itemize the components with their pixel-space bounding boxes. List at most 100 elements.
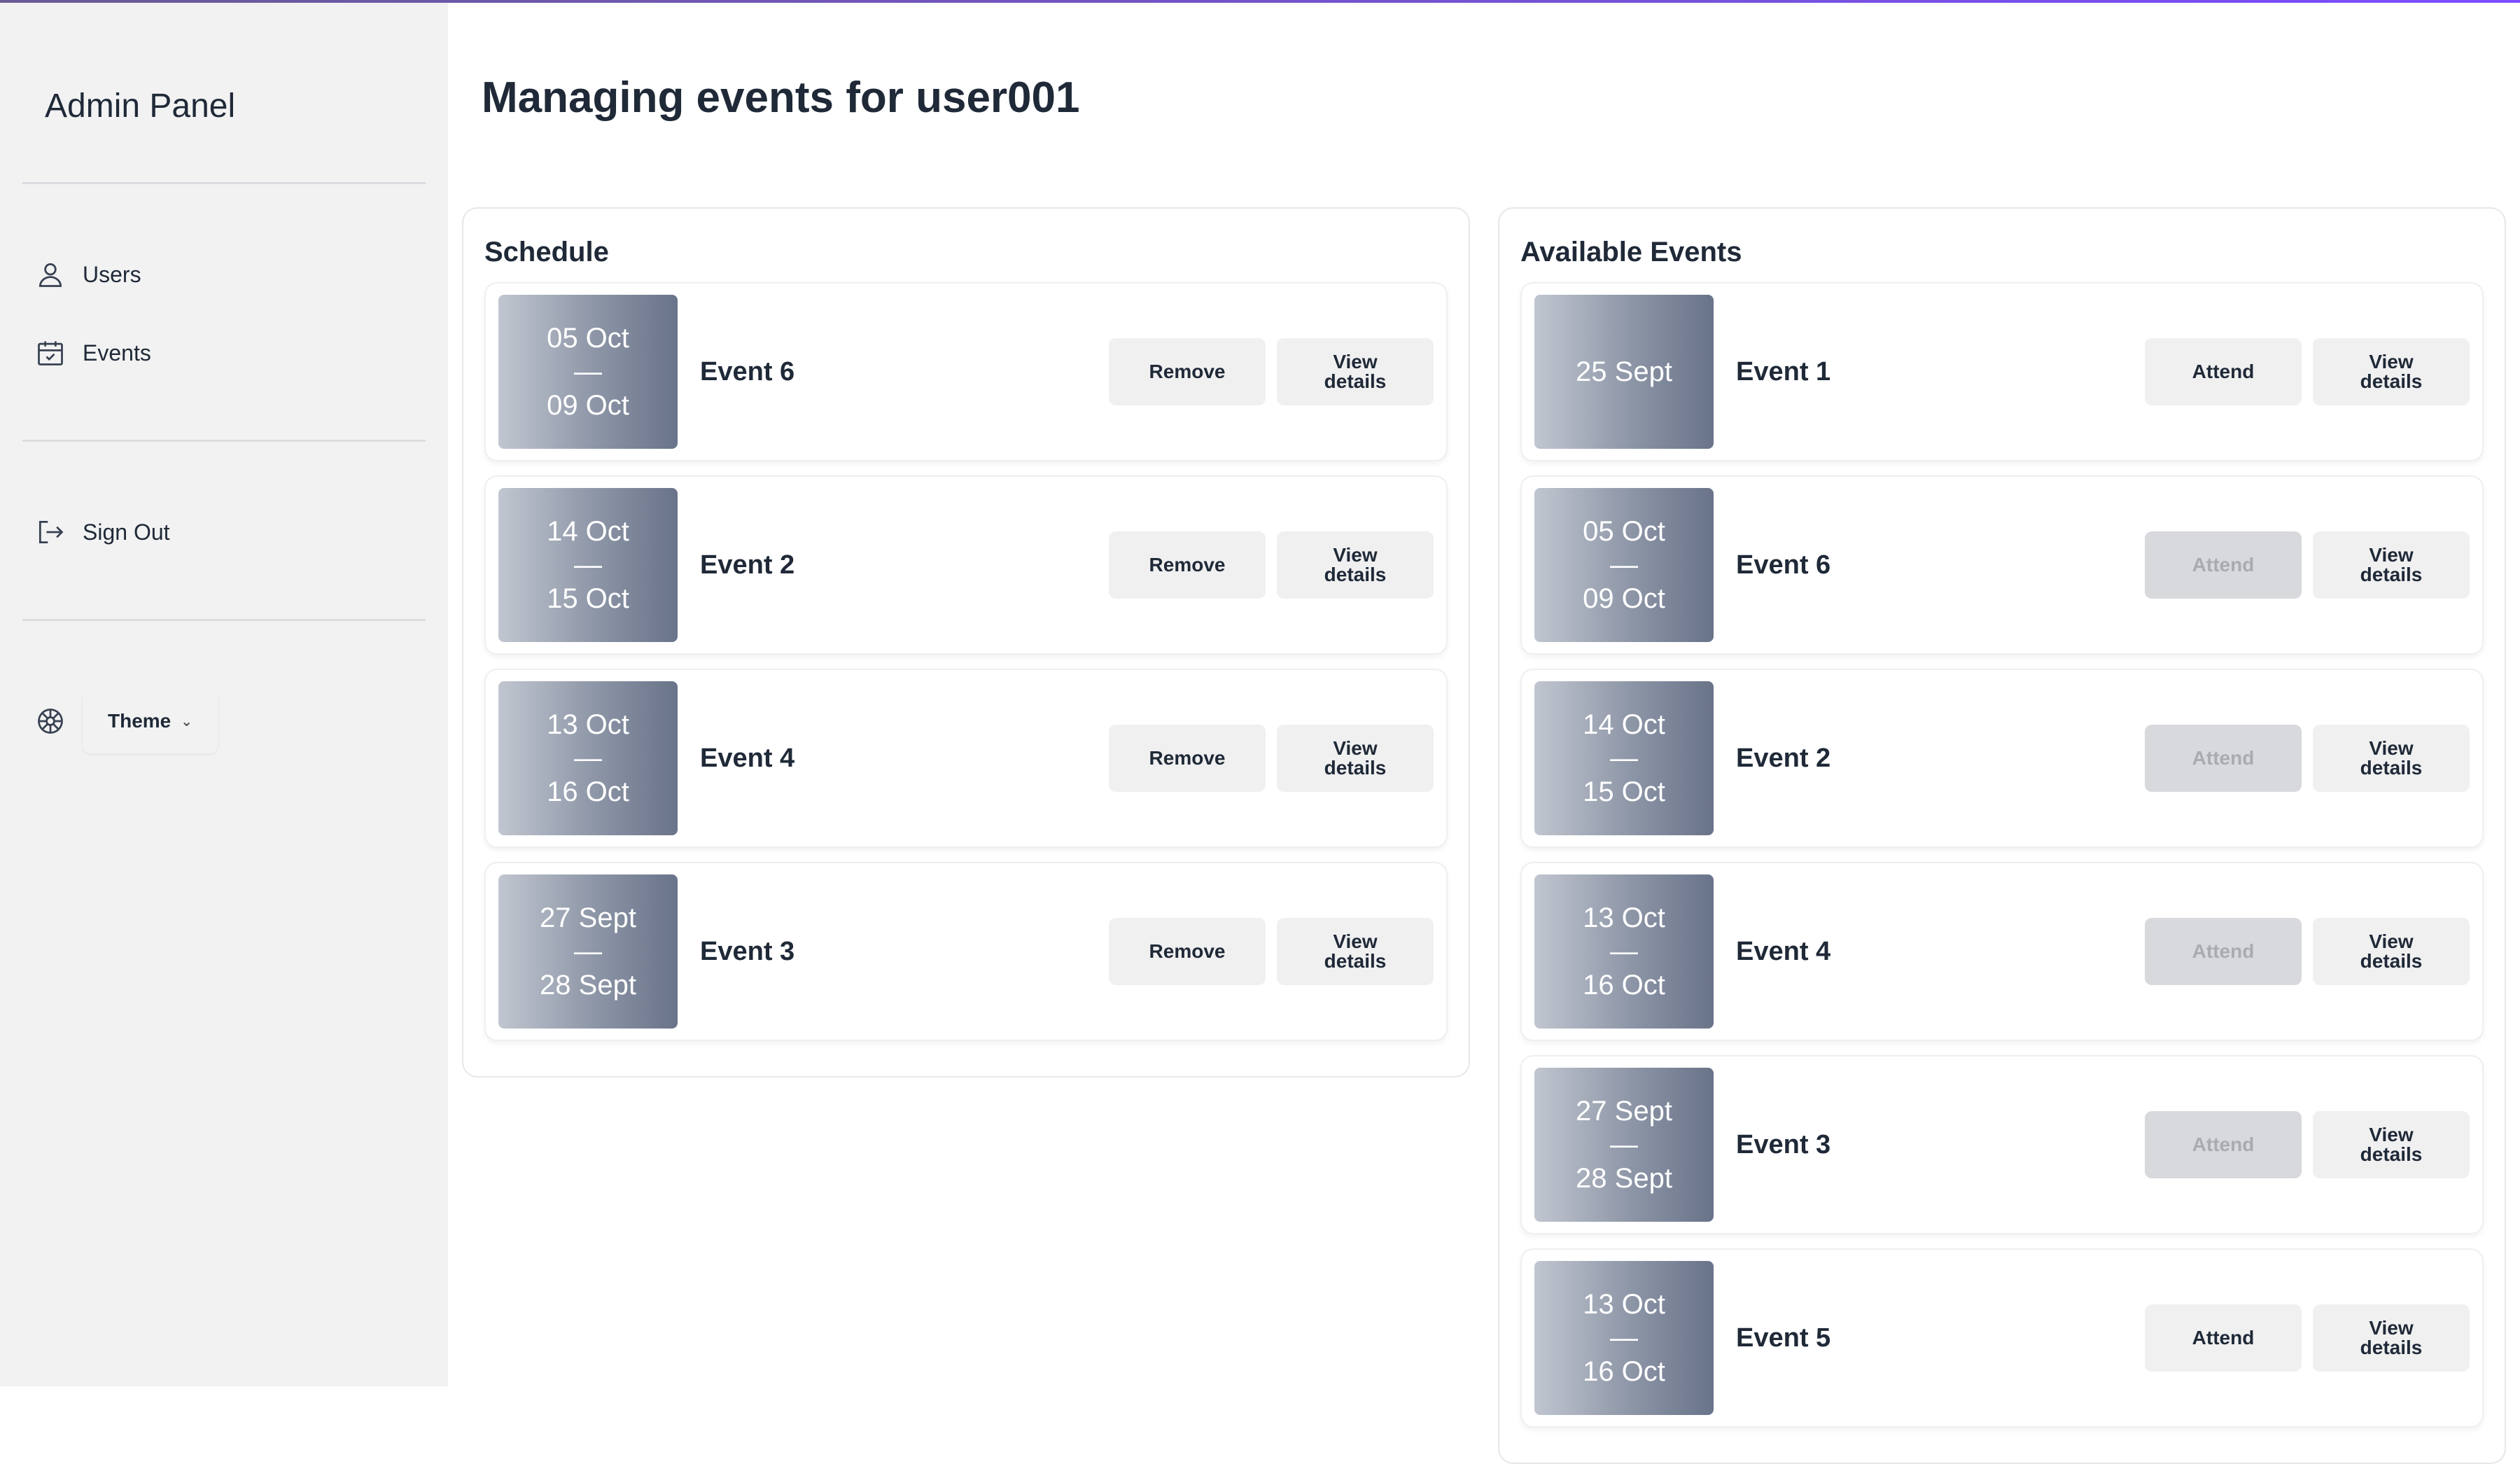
date-separator: — <box>1610 1323 1638 1353</box>
view-details-label: View details <box>2360 1124 2423 1165</box>
remove-button[interactable]: Remove <box>1109 918 1266 985</box>
event-card: 05 Oct —09 Oct Event 6 Attend View details <box>1520 475 2484 655</box>
view-details-label: View details <box>1324 544 1387 585</box>
available-events-panel: Available Events 25 Sept Event 1 Attend Vie… <box>1498 207 2506 1464</box>
sign-out-button[interactable]: Sign Out <box>34 510 170 555</box>
view-details-button[interactable]: View details <box>2313 725 2470 792</box>
theme-row: Theme ⌄ <box>34 689 218 753</box>
date-start: 05 Oct <box>1583 516 1665 547</box>
event-name: Event 6 <box>700 356 795 386</box>
sidebar: Admin Panel Users Events Sign Out Theme … <box>0 3 448 1386</box>
date-end: 09 Oct <box>547 390 629 421</box>
date-start: 14 Oct <box>547 516 629 547</box>
date-start: 27 Sept <box>1576 1096 1672 1127</box>
nav-label: Users <box>83 261 141 287</box>
event-name: Event 4 <box>700 743 795 773</box>
view-details-button[interactable]: View details <box>2313 1304 2470 1372</box>
date-separator: — <box>1610 1129 1638 1160</box>
attend-button: Attend <box>2145 918 2302 985</box>
view-details-button[interactable]: View details <box>1277 918 1434 985</box>
view-details-label: View details <box>1324 737 1387 779</box>
attend-button: Attend <box>2145 531 2302 599</box>
palette-icon <box>34 704 67 738</box>
date-separator: — <box>1610 550 1638 580</box>
remove-button[interactable]: Remove <box>1109 531 1266 599</box>
nav-item-users[interactable]: Users <box>34 252 141 297</box>
event-name: Event 5 <box>1736 1323 1831 1353</box>
available-events-list: 25 Sept Event 1 Attend View details 05 Oct —0… <box>1520 282 2484 1428</box>
event-name: Event 4 <box>1736 936 1831 966</box>
app-title: Admin Panel <box>45 88 236 125</box>
view-details-label: View details <box>2360 737 2423 779</box>
view-details-label: View details <box>1324 351 1387 392</box>
attend-button: Attend <box>2145 1111 2302 1178</box>
view-details-button[interactable]: View details <box>1277 725 1434 792</box>
remove-button[interactable]: Remove <box>1109 725 1266 792</box>
date-end: 16 Oct <box>1583 1356 1665 1387</box>
date-separator: — <box>574 550 602 580</box>
date-end: 16 Oct <box>1583 970 1665 1001</box>
view-details-button[interactable]: View details <box>1277 531 1434 599</box>
date-separator: — <box>574 936 602 967</box>
nav-item-events[interactable]: Events <box>34 330 151 375</box>
date-tile: 13 Oct —16 Oct <box>1534 1261 1714 1415</box>
theme-dropdown[interactable]: Theme ⌄ <box>83 689 218 753</box>
date-tile: 14 Oct —15 Oct <box>498 488 678 642</box>
date-end: 16 Oct <box>547 776 629 807</box>
view-details-label: View details <box>1324 930 1387 972</box>
attend-button: Attend <box>2145 725 2302 792</box>
event-card: 13 Oct —16 Oct Event 5 Attend View details <box>1520 1248 2484 1428</box>
attend-button[interactable]: Attend <box>2145 338 2302 405</box>
view-details-button[interactable]: View details <box>2313 918 2470 985</box>
event-card: 13 Oct —16 Oct Event 4 Attend View details <box>1520 862 2484 1041</box>
schedule-list: 05 Oct —09 Oct Event 6 Remove View details 14… <box>484 282 1448 1041</box>
view-details-button[interactable]: View details <box>2313 1111 2470 1178</box>
nav-label: Events <box>83 340 151 365</box>
date-start: 25 Sept <box>1576 356 1672 387</box>
main-content: Managing events for user001 Schedule 05 … <box>448 3 2520 1464</box>
event-name: Event 2 <box>1736 743 1831 773</box>
event-name: Event 3 <box>700 936 795 966</box>
event-card: 13 Oct —16 Oct Event 4 Remove View details <box>484 669 1448 848</box>
date-tile: 13 Oct —16 Oct <box>1534 874 1714 1029</box>
date-tile: 27 Sept —28 Sept <box>498 874 678 1029</box>
view-details-label: View details <box>2360 544 2423 585</box>
event-card: 14 Oct —15 Oct Event 2 Remove View details <box>484 475 1448 655</box>
divider <box>22 182 426 184</box>
event-name: Event 3 <box>1736 1129 1831 1159</box>
available-events-title: Available Events <box>1520 237 1742 267</box>
event-name: Event 1 <box>1736 356 1831 386</box>
date-end: 15 Oct <box>547 583 629 614</box>
date-start: 13 Oct <box>547 709 629 740</box>
view-details-label: View details <box>2360 1317 2423 1358</box>
date-start: 05 Oct <box>547 323 629 354</box>
schedule-panel: Schedule 05 Oct —09 Oct Event 6 Remove View … <box>462 207 1470 1078</box>
date-tile: 13 Oct —16 Oct <box>498 681 678 835</box>
view-details-button[interactable]: View details <box>1277 338 1434 405</box>
users-icon <box>34 258 67 291</box>
view-details-label: View details <box>2360 351 2423 392</box>
view-details-label: View details <box>2360 930 2423 972</box>
date-separator: — <box>574 743 602 774</box>
event-name: Event 2 <box>700 550 795 580</box>
date-end: 28 Sept <box>1576 1163 1672 1194</box>
view-details-button[interactable]: View details <box>2313 531 2470 599</box>
remove-button[interactable]: Remove <box>1109 338 1266 405</box>
chevron-down-icon: ⌄ <box>181 713 193 730</box>
date-separator: — <box>574 356 602 387</box>
date-start: 14 Oct <box>1583 709 1665 740</box>
nav-label: Sign Out <box>83 519 170 545</box>
date-end: 09 Oct <box>1583 583 1665 614</box>
date-tile: 25 Sept <box>1534 295 1714 449</box>
date-tile: 05 Oct —09 Oct <box>1534 488 1714 642</box>
event-card: 27 Sept —28 Sept Event 3 Attend View details <box>1520 1055 2484 1234</box>
divider <box>22 440 426 442</box>
date-tile: 27 Sept —28 Sept <box>1534 1068 1714 1222</box>
event-name: Event 6 <box>1736 550 1831 580</box>
date-end: 28 Sept <box>540 970 636 1001</box>
attend-button[interactable]: Attend <box>2145 1304 2302 1372</box>
theme-label: Theme <box>108 710 172 732</box>
date-tile: 05 Oct —09 Oct <box>498 295 678 449</box>
date-start: 13 Oct <box>1583 902 1665 933</box>
view-details-button[interactable]: View details <box>2313 338 2470 405</box>
